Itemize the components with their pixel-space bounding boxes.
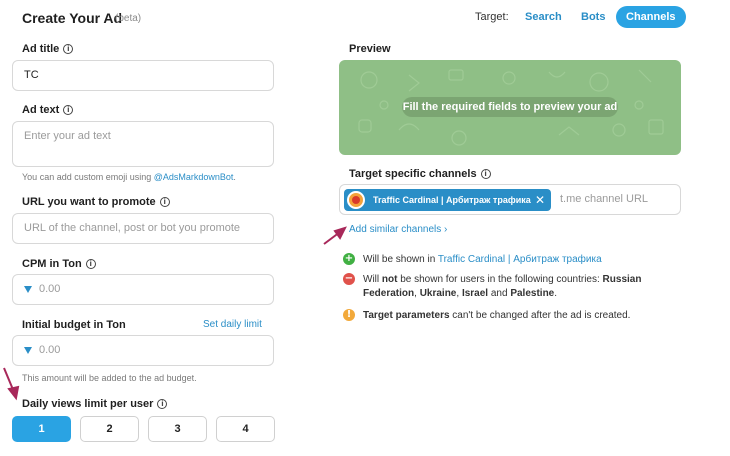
arrow-head-left [7, 385, 20, 401]
arrow-head-right [333, 226, 347, 240]
annotation-arrows [3, 226, 347, 401]
